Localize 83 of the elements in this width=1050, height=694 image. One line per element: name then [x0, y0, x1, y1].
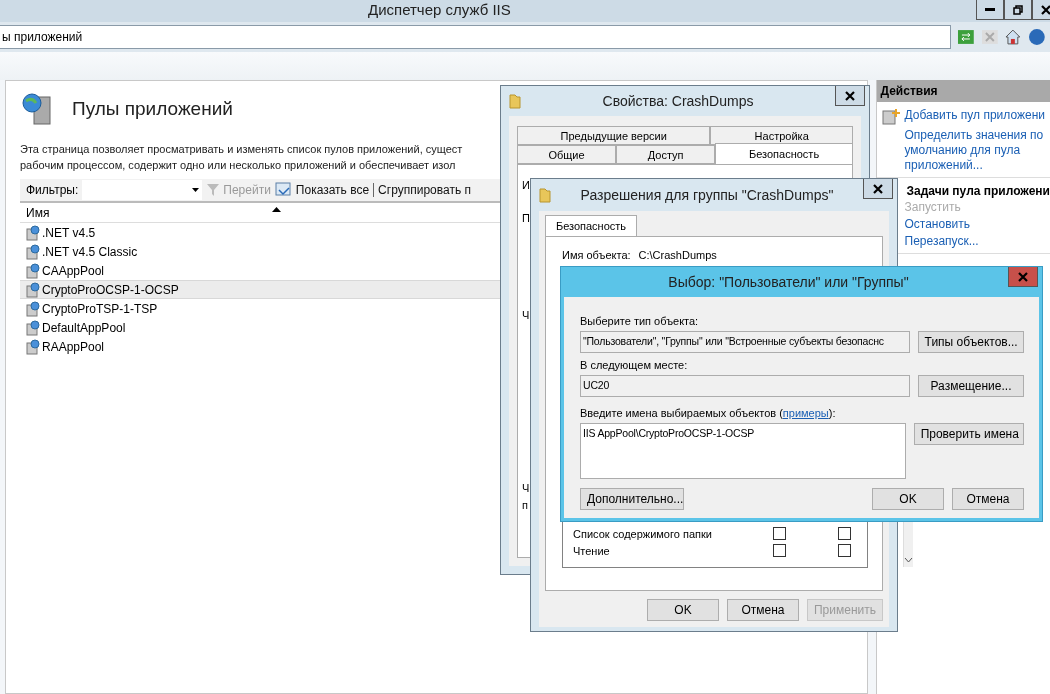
restore-button[interactable] [1004, 0, 1032, 20]
object-label: Имя объекта: [562, 249, 631, 261]
field-label: Выберите тип объекта: [580, 315, 700, 327]
pool-name: CryptoProTSP-1-TSP [42, 301, 158, 316]
server-globe-icon [24, 319, 40, 336]
actions-header: Действия [876, 80, 1050, 102]
permission-name: Чтение [573, 544, 611, 557]
pool-name: CryptoProOCSP-1-OCSP [42, 282, 179, 297]
covered-text: п [522, 499, 528, 512]
deny-checkbox[interactable] [838, 544, 851, 557]
action-link[interactable]: Добавить пул приложени [880, 108, 1050, 126]
close-button[interactable] [835, 86, 865, 106]
sort-arrow-icon [272, 207, 281, 212]
dialog-button[interactable]: OK [647, 599, 719, 621]
tab[interactable]: Безопасность [715, 143, 853, 164]
server-globe-icon [24, 243, 40, 260]
window-title: Диспетчер служб IIS [368, 1, 511, 18]
page-title: Пулы приложений [72, 98, 233, 120]
description-text: Эта страница позволяет просматривать и изменять список пулов приложений, сущест [20, 142, 463, 157]
tab[interactable]: Предыдущие версии [517, 126, 711, 145]
object-path: C:\CrashDumps [638, 249, 717, 261]
pool-name: .NET v4.5 [42, 225, 96, 240]
locations-button[interactable]: Размещение... [918, 375, 1024, 397]
object-type-field[interactable]: "Пользователи", "Группы" или "Встроенные субъекты безопаснс [580, 331, 910, 353]
permission-name: Список содержимого папки [573, 527, 713, 540]
section-heading: Задачи пула приложени [906, 184, 1050, 198]
server-globe-icon [24, 262, 40, 279]
dialog-title: Разрешения для группы "CrashDumps" [579, 187, 835, 203]
server-globe-icon [24, 224, 40, 241]
dialog-button[interactable]: Дополнительно... [580, 488, 684, 510]
object-names-field[interactable]: IIS AppPool\CryptoProOCSP-1-OCSP [580, 423, 906, 479]
pool-name: CAAppPool [42, 263, 105, 278]
dialog-button[interactable]: OK [872, 488, 944, 510]
chevron-down-icon [904, 557, 913, 563]
covered-text: И [522, 179, 530, 192]
home-icon[interactable] [1004, 28, 1023, 46]
close-icon [1018, 271, 1028, 282]
allow-checkbox[interactable] [773, 527, 786, 540]
server-globe-icon [24, 300, 40, 317]
tab[interactable]: Общие [517, 145, 617, 164]
show-all-button[interactable]: Показать все [274, 182, 370, 198]
description-text: рабочим процессом, содержит одно или несколько приложений и обеспечивает изол [20, 158, 456, 173]
deny-checkbox[interactable] [838, 527, 851, 540]
tab[interactable]: Настройка [710, 126, 853, 145]
scrollbar[interactable] [903, 519, 913, 567]
dialog-title: Свойства: CrashDumps [601, 93, 755, 109]
pool-name: RAAppPool [42, 339, 105, 354]
action-link[interactable]: Определить значения по умолчанию для пула приложений... [880, 128, 1050, 173]
object-types-button[interactable]: Типы объектов... [917, 331, 1024, 353]
close-icon [845, 90, 855, 101]
close-icon [1041, 4, 1050, 15]
filter-label: Фильтры: [26, 183, 79, 197]
pool-name: .NET v4.5 Classic [42, 244, 138, 259]
add-pool-icon [880, 108, 901, 126]
server-globe-icon [24, 281, 40, 298]
minimize-icon [985, 8, 995, 11]
field-label: В следующем месте: [580, 359, 689, 371]
dropdown-caret-icon [192, 188, 200, 192]
group-by-button[interactable]: Сгруппировать п [378, 183, 471, 197]
refresh-icon[interactable] [956, 28, 975, 46]
location-field[interactable]: UC20 [580, 375, 910, 397]
pool-name: DefaultAppPool [42, 320, 126, 335]
filter-field[interactable] [82, 180, 203, 200]
tab[interactable]: Безопасность [545, 215, 637, 236]
allow-checkbox[interactable] [773, 544, 786, 557]
folder-icon [539, 187, 551, 203]
minimize-button[interactable] [976, 0, 1004, 20]
close-icon [873, 183, 883, 194]
check-names-button[interactable]: Проверить имена [913, 423, 1024, 445]
column-header[interactable]: Имя [26, 205, 50, 220]
dialog-button[interactable]: Отмена [727, 599, 799, 621]
list-check-icon [274, 182, 293, 198]
covered-text: Ч [522, 482, 530, 495]
covered-text: П [522, 212, 530, 225]
tab[interactable]: Доступ [616, 145, 716, 164]
server-globe-icon [24, 338, 40, 355]
field-label: Введите имена выбираемых объектов (примеры): [580, 407, 837, 419]
folder-icon [509, 93, 521, 109]
restore-icon [1013, 4, 1023, 15]
close-button[interactable] [863, 179, 893, 199]
address-field[interactable]: ы приложений [0, 25, 951, 49]
filter-funnel-icon [206, 183, 221, 197]
dialog-button[interactable]: Отмена [952, 488, 1024, 510]
